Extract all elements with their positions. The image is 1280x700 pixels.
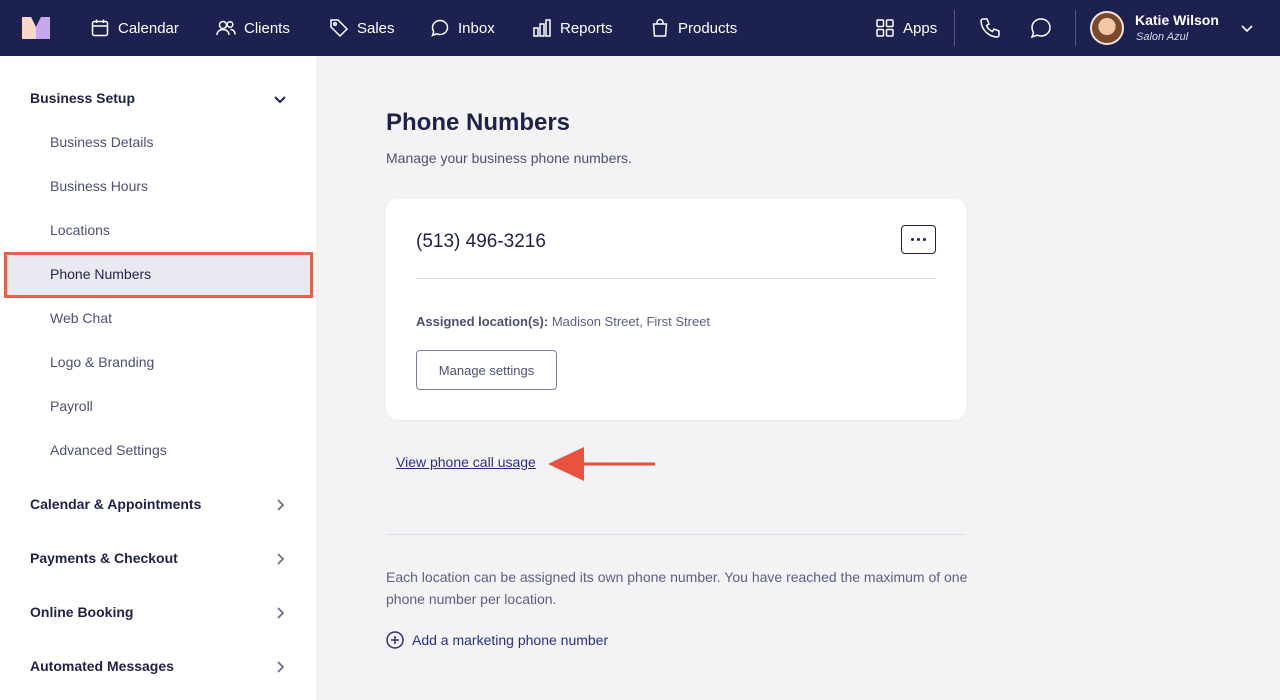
phone-number-card: (513) 496-3216 Assigned location(s): Mad… — [386, 199, 966, 420]
plus-circle-icon — [386, 631, 404, 649]
sidebar-section-automated-messages[interactable]: Automated Messages — [30, 658, 174, 674]
nav-inbox-label: Inbox — [458, 19, 495, 37]
nav-calendar[interactable]: Calendar — [90, 0, 179, 56]
arrow-left-icon — [548, 447, 655, 481]
assigned-locations-label: Assigned location(s): — [416, 314, 549, 329]
more-options-button[interactable] — [901, 225, 936, 254]
nav-reports[interactable]: Reports — [532, 0, 613, 56]
user-salon: Salon Azul — [1136, 31, 1189, 43]
topbar-divider — [954, 10, 955, 46]
nav-clients-label: Clients — [244, 19, 290, 37]
sidebar-item-phone-numbers[interactable]: Phone Numbers — [50, 266, 151, 282]
add-marketing-phone-number-link[interactable]: Add a marketing phone number — [386, 631, 608, 649]
chat-icon[interactable] — [1029, 16, 1053, 40]
nav-inbox[interactable]: Inbox — [430, 0, 495, 56]
settings-sidebar: Business Setup Business Details Business… — [0, 56, 316, 700]
ellipsis-dot — [917, 238, 920, 241]
sidebar-section-online-booking[interactable]: Online Booking — [30, 604, 133, 620]
nav-products[interactable]: Products — [650, 0, 737, 56]
assigned-locations: Assigned location(s): Madison Street, Fi… — [416, 314, 710, 329]
nav-sales-label: Sales — [357, 19, 395, 37]
grid-icon — [876, 19, 894, 37]
shopping-bag-icon — [652, 18, 668, 37]
tag-icon — [330, 19, 349, 38]
nav-sales[interactable]: Sales — [329, 0, 395, 56]
sidebar-item-logo-branding[interactable]: Logo & Branding — [50, 354, 154, 370]
sidebar-section-payments-checkout[interactable]: Payments & Checkout — [30, 550, 178, 566]
chevron-down-icon[interactable] — [272, 91, 288, 107]
nav-apps[interactable]: Apps — [875, 0, 937, 56]
page-title: Phone Numbers — [386, 109, 571, 136]
view-phone-call-usage-link[interactable]: View phone call usage — [396, 454, 536, 470]
sidebar-item-web-chat[interactable]: Web Chat — [50, 310, 112, 326]
sidebar-item-locations[interactable]: Locations — [50, 222, 110, 238]
user-name[interactable]: Katie Wilson — [1135, 12, 1219, 28]
sidebar-item-payroll[interactable]: Payroll — [50, 398, 93, 414]
users-icon — [216, 20, 236, 36]
ellipsis-icon — [911, 238, 914, 241]
chevron-right-icon[interactable] — [272, 497, 288, 513]
chevron-right-icon[interactable] — [272, 605, 288, 621]
sidebar-section-calendar-appointments[interactable]: Calendar & Appointments — [30, 496, 201, 512]
section-divider — [386, 534, 966, 535]
chevron-right-icon[interactable] — [272, 659, 288, 675]
nav-reports-label: Reports — [560, 19, 613, 37]
topbar-divider-2 — [1075, 10, 1076, 46]
phone-number-value: (513) 496-3216 — [416, 231, 546, 252]
sidebar-item-business-details[interactable]: Business Details — [50, 134, 154, 150]
sidebar-item-business-hours[interactable]: Business Hours — [50, 178, 148, 194]
top-navigation-bar: Calendar Clients Sales Inbox Reports Pro… — [0, 0, 1280, 56]
sidebar-section-business-setup[interactable]: Business Setup — [30, 90, 135, 106]
info-text: Each location can be assigned its own ph… — [386, 569, 968, 607]
chevron-right-icon[interactable] — [272, 551, 288, 567]
user-avatar[interactable] — [1090, 11, 1124, 45]
add-marketing-phone-number-label: Add a marketing phone number — [412, 632, 609, 648]
app-logo[interactable] — [22, 17, 50, 39]
nav-calendar-label: Calendar — [118, 19, 179, 37]
sidebar-item-advanced-settings[interactable]: Advanced Settings — [50, 442, 167, 458]
chevron-down-icon[interactable] — [1239, 20, 1255, 36]
manage-settings-button[interactable]: Manage settings — [416, 350, 557, 390]
bar-chart-icon — [533, 19, 551, 37]
page-subtitle: Manage your business phone numbers. — [386, 150, 632, 166]
calendar-icon — [91, 19, 109, 37]
phone-icon[interactable] — [978, 16, 1002, 40]
ellipsis-dot — [923, 238, 926, 241]
nav-clients[interactable]: Clients — [216, 0, 290, 56]
nav-apps-label: Apps — [903, 19, 938, 37]
inbox-icon — [431, 19, 449, 37]
nav-products-label: Products — [678, 19, 738, 37]
assigned-locations-value: Madison Street, First Street — [551, 314, 711, 329]
card-divider — [416, 278, 936, 279]
